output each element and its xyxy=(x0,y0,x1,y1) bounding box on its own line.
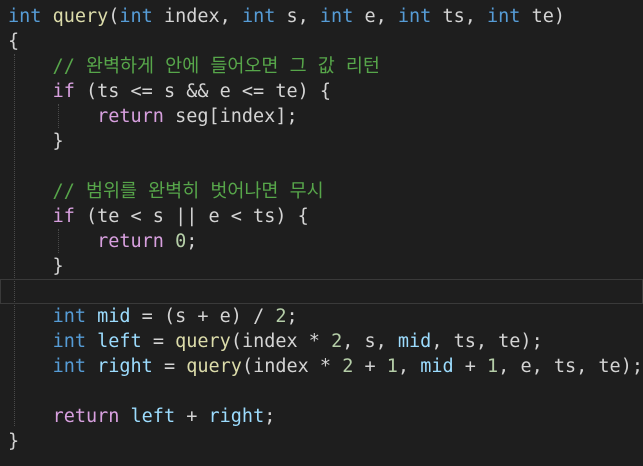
code-line[interactable]: return left + right; xyxy=(0,404,643,429)
code-token: ; xyxy=(186,231,198,252)
code-token: (index * xyxy=(241,356,343,377)
code-token: int xyxy=(241,6,276,27)
code-token: left xyxy=(97,331,142,352)
code-token: mid xyxy=(97,306,131,327)
code-token: = xyxy=(152,356,187,377)
code-token: int xyxy=(487,6,521,27)
code-token: (ts <= s && e <= te) { xyxy=(74,81,332,102)
code-token: mid xyxy=(397,331,432,352)
code-token: 1 xyxy=(386,356,398,377)
code-token: return xyxy=(97,231,164,252)
code-token: right xyxy=(97,356,153,377)
code-line[interactable]: } xyxy=(0,129,643,154)
code-token: } xyxy=(8,431,20,452)
code-token: int xyxy=(8,6,42,27)
code-token: if xyxy=(52,206,75,227)
code-token: { xyxy=(8,31,20,52)
code-token: 1 xyxy=(487,356,499,377)
code-line[interactable]: int mid = (s + e) / 2; xyxy=(0,304,643,329)
code-token: // 완벽하게 안에 들어오면 그 값 리턴 xyxy=(8,56,380,77)
code-line[interactable]: return seg[index]; xyxy=(0,104,643,129)
code-token: e, xyxy=(353,6,398,27)
code-token: } xyxy=(8,256,64,277)
code-token: , xyxy=(397,356,421,377)
code-token: return xyxy=(52,406,120,427)
code-line[interactable] xyxy=(0,154,643,179)
code-token: mid xyxy=(420,356,454,377)
code-token: int xyxy=(319,6,354,27)
code-token: ; xyxy=(286,306,298,327)
code-token: return xyxy=(97,106,164,127)
code-token: + xyxy=(453,356,488,377)
code-token: + xyxy=(353,356,387,377)
code-token: query xyxy=(175,331,231,352)
code-token: } xyxy=(8,131,64,152)
code-token: = xyxy=(141,331,176,352)
code-editor[interactable]: int query(int index, int s, int e, int t… xyxy=(0,0,643,466)
code-line[interactable]: if (ts <= s && e <= te) { xyxy=(0,79,643,104)
code-token: , e, ts, te); xyxy=(498,356,643,377)
code-token: if xyxy=(52,81,75,102)
code-line[interactable]: // 범위를 완벽히 벗어나면 무시 xyxy=(0,179,643,204)
code-line[interactable]: return 0; xyxy=(0,229,643,254)
code-line[interactable]: int left = query(index * 2, s, mid, ts, … xyxy=(0,329,643,354)
code-token: = (s + e) / xyxy=(130,306,276,327)
code-token: (te < s || e < ts) { xyxy=(74,206,309,227)
code-token: right xyxy=(208,406,265,427)
code-token: ; xyxy=(264,406,276,427)
code-line[interactable] xyxy=(0,379,643,404)
code-token: 2 xyxy=(331,331,343,352)
code-token: left xyxy=(130,406,176,427)
code-line[interactable]: } xyxy=(0,254,643,279)
current-line[interactable] xyxy=(0,279,643,304)
code-line[interactable]: { xyxy=(0,29,643,54)
code-token: ts, xyxy=(431,6,488,27)
code-token: (index * xyxy=(230,331,332,352)
code-token: int xyxy=(119,6,153,27)
code-token: 2 xyxy=(342,356,354,377)
code-token: te) xyxy=(520,6,566,27)
code-token: int xyxy=(397,6,432,27)
code-token: + xyxy=(175,406,209,427)
code-token: 0 xyxy=(175,231,187,252)
code-token: query xyxy=(52,6,109,27)
code-token: index, xyxy=(152,6,242,27)
code-token: int xyxy=(52,331,86,352)
code-token: ( xyxy=(108,6,120,27)
code-token: s, xyxy=(275,6,320,27)
code-token: , s, xyxy=(342,331,398,352)
code-line[interactable]: int query(int index, int s, int e, int t… xyxy=(0,4,643,29)
code-line[interactable]: // 완벽하게 안에 들어오면 그 값 리턴 xyxy=(0,54,643,79)
code-token: seg[index]; xyxy=(163,106,298,127)
code-line[interactable]: int right = query(index * 2 + 1, mid + 1… xyxy=(0,354,643,379)
code-token: , ts, te); xyxy=(431,331,543,352)
code-token: 2 xyxy=(275,306,287,327)
code-token: query xyxy=(186,356,242,377)
code-line[interactable]: } xyxy=(0,429,643,454)
code-token: int xyxy=(52,306,86,327)
code-token: int xyxy=(52,356,86,377)
code-line[interactable]: if (te < s || e < ts) { xyxy=(0,204,643,229)
code-token: // 범위를 완벽히 벗어나면 무시 xyxy=(8,181,324,202)
